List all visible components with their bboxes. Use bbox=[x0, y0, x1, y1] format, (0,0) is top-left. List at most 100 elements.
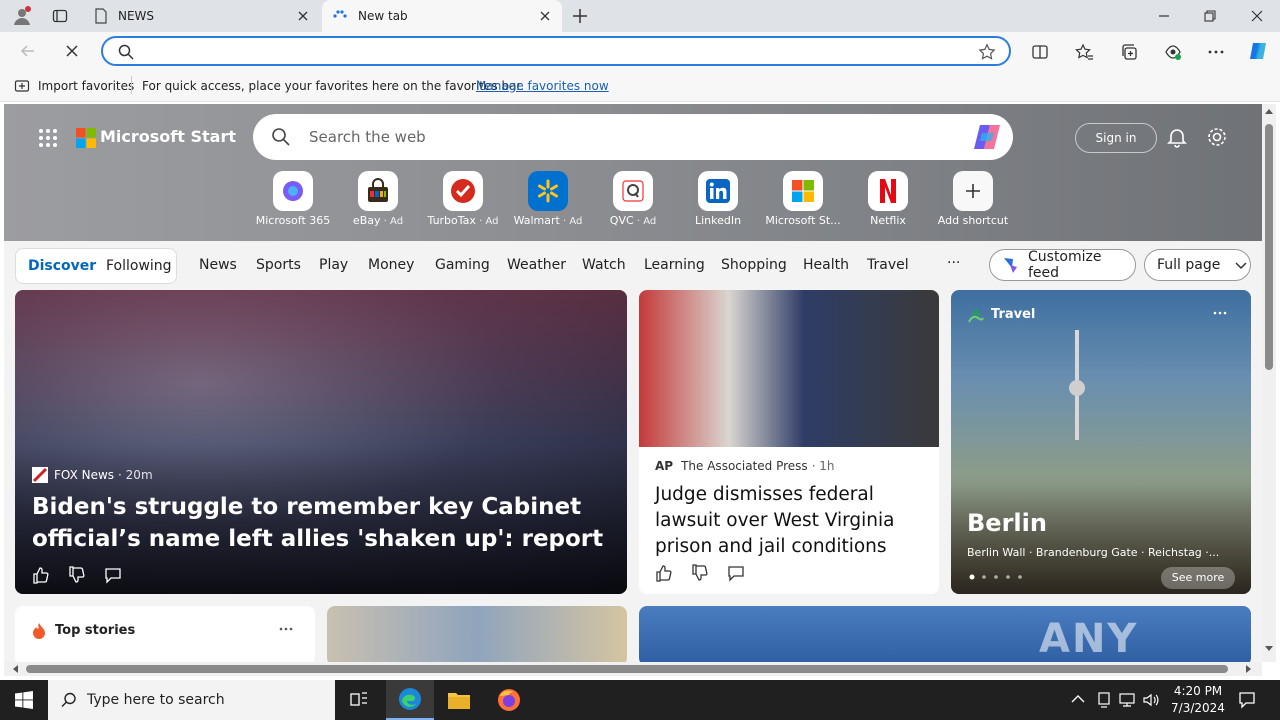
copilot-icon[interactable] bbox=[1247, 40, 1269, 62]
search-input[interactable]: Search the web bbox=[309, 128, 426, 146]
scroll-thumb[interactable] bbox=[26, 665, 1228, 673]
scroll-left-icon[interactable] bbox=[12, 665, 18, 673]
copilot-icon[interactable] bbox=[972, 123, 1002, 151]
shortcut-label: LinkedIn bbox=[694, 214, 742, 227]
story-card-ap[interactable]: AP The Associated Press · 1h Judge dismi… bbox=[639, 290, 939, 594]
tab-new-tab[interactable]: New tab bbox=[322, 0, 562, 32]
taskbar-search-input[interactable]: Type here to search bbox=[87, 692, 225, 708]
carousel-dots[interactable] bbox=[969, 574, 1025, 580]
nav-learning[interactable]: Learning bbox=[644, 257, 705, 273]
shortcut-turbotax[interactable]: TurboTax · Ad bbox=[417, 171, 509, 227]
notifications-bell-icon[interactable] bbox=[1166, 126, 1188, 148]
scroll-thumb[interactable] bbox=[1265, 124, 1273, 370]
close-window-icon[interactable] bbox=[1249, 8, 1265, 24]
add-shortcut-button[interactable]: Add shortcut bbox=[927, 171, 1019, 227]
sign-in-button[interactable]: Sign in bbox=[1075, 123, 1157, 153]
taskbar-edge-button[interactable] bbox=[386, 680, 434, 720]
profile-icon[interactable] bbox=[12, 6, 32, 26]
layout-dropdown[interactable]: Full page bbox=[1144, 249, 1251, 281]
network-icon[interactable] bbox=[1118, 692, 1136, 708]
firefox-icon[interactable] bbox=[497, 688, 521, 712]
task-view-icon[interactable] bbox=[349, 690, 369, 710]
browser-essentials-icon[interactable] bbox=[1164, 43, 1182, 61]
comment-icon[interactable] bbox=[104, 566, 122, 584]
notifications-icon[interactable] bbox=[1238, 691, 1256, 709]
msn-page: Microsoft Start Search the web Sign in M… bbox=[4, 104, 1262, 662]
story-headline[interactable]: Judge dismisses federal lawsuit over Wes… bbox=[655, 482, 927, 560]
msn-brand[interactable]: Microsoft Start bbox=[100, 127, 236, 146]
nav-travel[interactable]: Travel bbox=[867, 257, 909, 273]
shortcut-walmart[interactable]: Walmart · Ad bbox=[502, 171, 594, 227]
nav-gaming[interactable]: Gaming bbox=[435, 257, 490, 273]
address-bar[interactable] bbox=[101, 36, 1011, 66]
tab-following[interactable]: Following bbox=[106, 258, 172, 274]
horizontal-scrollbar[interactable] bbox=[4, 662, 1262, 676]
apps-launcher-icon[interactable] bbox=[38, 128, 58, 148]
travel-card[interactable]: Travel Berlin Berlin Wall · Brandenburg … bbox=[951, 290, 1251, 594]
tab-news[interactable]: NEWS bbox=[84, 0, 320, 32]
favorite-star-icon[interactable] bbox=[978, 43, 996, 61]
shortcut-ebay[interactable]: eBay · Ad bbox=[332, 171, 424, 227]
stop-loading-icon[interactable] bbox=[63, 42, 81, 60]
scroll-down-icon[interactable] bbox=[1265, 646, 1273, 652]
shortcut-label: TurboTax bbox=[427, 214, 476, 227]
shortcut-netflix[interactable]: Netflix bbox=[842, 171, 934, 227]
windows-start-icon[interactable] bbox=[15, 691, 33, 709]
like-icon[interactable] bbox=[32, 566, 50, 584]
nav-money[interactable]: Money bbox=[368, 257, 414, 273]
restore-icon[interactable] bbox=[1202, 8, 1218, 24]
more-options-icon[interactable] bbox=[1213, 306, 1227, 320]
web-search-box[interactable]: Search the web bbox=[253, 114, 1013, 160]
settings-gear-icon[interactable] bbox=[1206, 126, 1228, 148]
show-hidden-icons-icon[interactable] bbox=[1071, 694, 1085, 704]
vertical-scrollbar[interactable] bbox=[1262, 104, 1276, 662]
back-icon[interactable] bbox=[19, 42, 37, 60]
like-icon[interactable] bbox=[655, 564, 673, 582]
file-explorer-icon[interactable] bbox=[447, 689, 471, 711]
tab-actions-icon[interactable] bbox=[52, 8, 68, 24]
scroll-up-icon[interactable] bbox=[1265, 108, 1273, 114]
nav-news[interactable]: News bbox=[199, 257, 237, 273]
close-tab-icon[interactable] bbox=[296, 9, 310, 23]
settings-more-icon[interactable] bbox=[1207, 43, 1225, 61]
story-card-wide[interactable]: ANY RUN bbox=[639, 606, 1251, 662]
device-icon[interactable] bbox=[1096, 692, 1112, 708]
volume-icon[interactable] bbox=[1142, 692, 1160, 708]
see-more-button[interactable]: See more bbox=[1161, 567, 1235, 589]
taskbar-search-box[interactable]: Type here to search bbox=[48, 680, 335, 720]
import-favorites-button[interactable]: Import favorites bbox=[38, 79, 134, 93]
story-headline[interactable]: Biden's struggle to remember key Cabinet… bbox=[32, 491, 612, 555]
scroll-right-icon[interactable] bbox=[1246, 665, 1252, 673]
favorites-icon[interactable] bbox=[1075, 43, 1093, 61]
shortcut-microsoft-365[interactable]: Microsoft 365 bbox=[247, 171, 339, 227]
comment-icon[interactable] bbox=[727, 564, 745, 582]
manage-favorites-link[interactable]: Manage favorites now bbox=[476, 79, 609, 93]
nav-watch[interactable]: Watch bbox=[582, 257, 626, 273]
nav-health[interactable]: Health bbox=[803, 257, 849, 273]
story-source: AP The Associated Press · 1h bbox=[655, 459, 835, 473]
nav-more-button[interactable]: ··· bbox=[947, 255, 960, 271]
new-tab-icon[interactable] bbox=[571, 7, 589, 25]
nav-shopping[interactable]: Shopping bbox=[721, 257, 787, 273]
taskbar-clock[interactable]: 4:20 PM 7/3/2024 bbox=[1166, 683, 1230, 717]
close-tab-icon[interactable] bbox=[538, 9, 552, 23]
story-card-main[interactable]: FOX News · 20m Biden's struggle to remem… bbox=[15, 290, 627, 594]
chevron-down-icon bbox=[1234, 258, 1248, 272]
dislike-icon[interactable] bbox=[68, 566, 86, 584]
tab-discover[interactable]: Discover bbox=[28, 258, 96, 274]
nav-sports[interactable]: Sports bbox=[256, 257, 301, 273]
nav-weather[interactable]: Weather bbox=[507, 257, 566, 273]
shortcut-microsoft-store[interactable]: Microsoft St... bbox=[757, 171, 849, 227]
split-screen-icon[interactable] bbox=[1031, 43, 1049, 61]
microsoft-365-icon bbox=[273, 171, 313, 211]
more-options-icon[interactable] bbox=[279, 626, 293, 632]
story-card-image[interactable] bbox=[327, 606, 627, 662]
customize-feed-button[interactable]: Customize feed bbox=[989, 249, 1136, 281]
shortcut-qvc[interactable]: QVC · Ad bbox=[587, 171, 679, 227]
minimize-icon[interactable] bbox=[1156, 8, 1172, 24]
shortcut-linkedin[interactable]: LinkedIn bbox=[672, 171, 764, 227]
dislike-icon[interactable] bbox=[691, 564, 709, 582]
fire-icon bbox=[31, 622, 47, 640]
nav-play[interactable]: Play bbox=[319, 257, 348, 273]
collections-icon[interactable] bbox=[1120, 43, 1138, 61]
